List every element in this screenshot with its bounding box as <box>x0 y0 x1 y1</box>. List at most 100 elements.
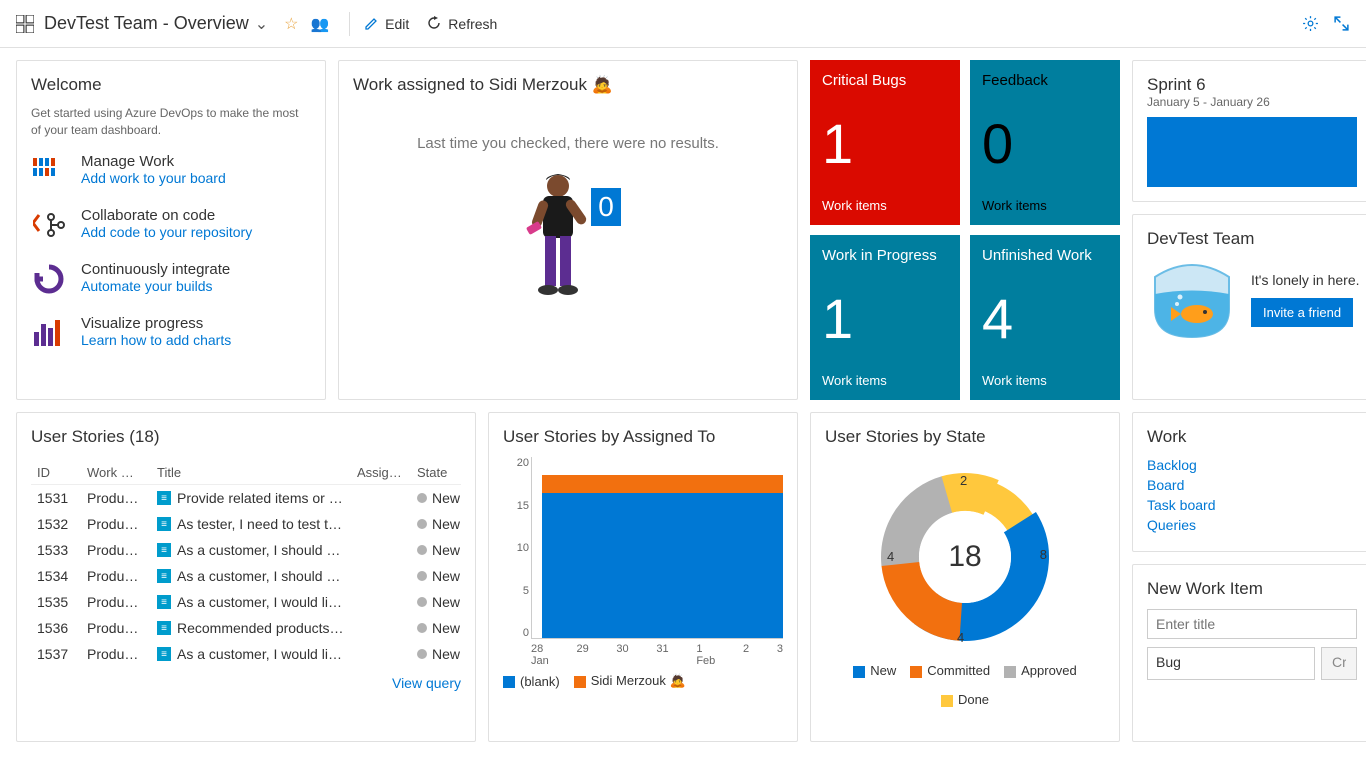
x-axis: 28Jan2930311Feb23 <box>531 643 783 667</box>
chevron-down-icon[interactable]: ⌄ <box>255 14 268 34</box>
col-id[interactable]: ID <box>37 465 87 480</box>
area-chart: 20151050 28Jan2930311Feb23 <box>503 457 783 667</box>
legend-label-new: New <box>870 663 896 678</box>
top-bar: DevTest Team - Overview ⌄ ☆ 👥 Edit Refre… <box>0 0 1366 48</box>
col-assigned[interactable]: Assig… <box>357 465 417 480</box>
assigned-count: 0 <box>598 191 614 222</box>
work-links-card: Work Backlog Board Task board Queries <box>1132 412 1366 552</box>
tile-value: 1 <box>822 291 948 347</box>
welcome-item-link[interactable]: Automate your builds <box>81 278 230 294</box>
state-dot-icon <box>417 597 427 607</box>
tile-feedback[interactable]: Feedback 0 Work items <box>970 60 1120 225</box>
tile-unfinished-work[interactable]: Unfinished Work 4 Work items <box>970 235 1120 400</box>
chart-state-legend: New Committed Approved Done <box>825 663 1105 707</box>
link-taskboard[interactable]: Task board <box>1147 497 1357 513</box>
cell-id: 1534 <box>37 568 87 584</box>
donut-chart: 18 8 4 4 2 <box>865 457 1065 657</box>
invite-friend-button[interactable]: Invite a friend <box>1251 298 1353 327</box>
refresh-button[interactable]: Refresh <box>427 16 497 32</box>
tile-sub: Work items <box>822 373 948 388</box>
cell-title: ≡As a customer, I should … <box>157 542 357 558</box>
table-row[interactable]: 1535 Produ… ≡As a customer, I would li… … <box>31 589 461 615</box>
table-row[interactable]: 1533 Produ… ≡As a customer, I should … N… <box>31 537 461 563</box>
link-board[interactable]: Board <box>1147 477 1357 493</box>
welcome-item-link[interactable]: Add work to your board <box>81 170 226 186</box>
fishbowl-icon <box>1147 259 1237 339</box>
link-backlog[interactable]: Backlog <box>1147 457 1357 473</box>
series-sidi <box>542 475 783 493</box>
sprint-burndown-bar <box>1147 117 1357 187</box>
y-axis: 20151050 <box>503 457 529 639</box>
edit-button[interactable]: Edit <box>364 16 409 32</box>
legend-swatch-sidi <box>574 676 586 688</box>
sprint-card[interactable]: Sprint 6 January 5 - January 26 <box>1132 60 1366 202</box>
new-item-type-select[interactable]: Bug <box>1147 647 1315 680</box>
legend-label-done: Done <box>958 692 989 707</box>
tile-work-in-progress[interactable]: Work in Progress 1 Work items <box>810 235 960 400</box>
legend-swatch-done <box>941 695 953 707</box>
welcome-item-link[interactable]: Add code to your repository <box>81 224 252 240</box>
cell-id: 1532 <box>37 516 87 532</box>
col-worktype[interactable]: Work … <box>87 465 157 480</box>
dashboard-title[interactable]: DevTest Team - Overview <box>44 13 249 34</box>
welcome-subtitle: Get started using Azure DevOps to make t… <box>31 105 311 139</box>
work-item-icon: ≡ <box>157 543 171 557</box>
new-item-title-input[interactable] <box>1147 609 1357 639</box>
tile-title: Work in Progress <box>822 247 948 264</box>
assigned-work-card: Work assigned to Sidi Merzouk 🙇 Last tim… <box>338 60 798 400</box>
cell-state: New <box>417 490 477 506</box>
col-title[interactable]: Title <box>157 465 357 480</box>
cell-worktype: Produ… <box>87 542 157 558</box>
legend-swatch-approved <box>1004 666 1016 678</box>
cell-title: ≡Recommended products… <box>157 620 357 636</box>
fullscreen-icon[interactable] <box>1333 15 1350 32</box>
settings-icon[interactable] <box>1302 15 1319 32</box>
work-item-icon: ≡ <box>157 569 171 583</box>
new-item-title: New Work Item <box>1147 579 1357 599</box>
work-item-icon: ≡ <box>157 491 171 505</box>
table-row[interactable]: 1531 Produ… ≡Provide related items or … … <box>31 485 461 511</box>
table-row[interactable]: 1532 Produ… ≡As tester, I need to test t… <box>31 511 461 537</box>
stories-body: 1531 Produ… ≡Provide related items or … … <box>31 485 461 667</box>
tile-value: 4 <box>982 291 1108 347</box>
tile-sub: Work items <box>982 373 1108 388</box>
table-row[interactable]: 1534 Produ… ≡As a customer, I should … N… <box>31 563 461 589</box>
welcome-item-title: Continuously integrate <box>81 261 230 278</box>
legend-swatch-new <box>853 666 865 678</box>
cycle-icon <box>31 261 67 297</box>
work-item-icon: ≡ <box>157 621 171 635</box>
table-row[interactable]: 1537 Produ… ≡As a customer, I would li… … <box>31 641 461 667</box>
cell-worktype: Produ… <box>87 594 157 610</box>
team-icon[interactable]: 👥 <box>310 15 329 33</box>
tile-title: Unfinished Work <box>982 247 1108 264</box>
favorite-icon[interactable]: ☆ <box>284 14 298 34</box>
tile-title: Critical Bugs <box>822 72 948 89</box>
legend-label-committed: Committed <box>927 663 990 678</box>
cell-title: ≡Provide related items or … <box>157 490 357 506</box>
chart-state-title: User Stories by State <box>825 427 1105 447</box>
refresh-icon <box>427 16 442 31</box>
refresh-label: Refresh <box>448 16 497 32</box>
chart-assigned-title: User Stories by Assigned To <box>503 427 783 447</box>
cell-id: 1536 <box>37 620 87 636</box>
welcome-item-link[interactable]: Learn how to add charts <box>81 332 231 348</box>
tile-sub: Work items <box>822 198 948 213</box>
link-queries[interactable]: Queries <box>1147 517 1357 533</box>
state-dot-icon <box>417 571 427 581</box>
legend-label-approved: Approved <box>1021 663 1077 678</box>
chart-assigned-legend: (blank) Sidi Merzouk 🙇 <box>503 673 783 689</box>
cell-worktype: Produ… <box>87 646 157 662</box>
view-query-link[interactable]: View query <box>31 675 461 691</box>
col-state[interactable]: State <box>417 465 477 480</box>
team-lonely-text: It's lonely in here. <box>1251 272 1360 288</box>
state-dot-icon <box>417 493 427 503</box>
table-row[interactable]: 1536 Produ… ≡Recommended products… New <box>31 615 461 641</box>
donut-label-new: 8 <box>1040 547 1047 562</box>
welcome-item-title: Manage Work <box>81 153 226 170</box>
donut-label-committed: 4 <box>957 630 964 645</box>
donut-label-done: 2 <box>960 473 967 488</box>
tile-critical-bugs[interactable]: Critical Bugs 1 Work items <box>810 60 960 225</box>
create-button[interactable]: Create <box>1321 647 1357 680</box>
welcome-item-title: Collaborate on code <box>81 207 252 224</box>
cell-state: New <box>417 594 477 610</box>
